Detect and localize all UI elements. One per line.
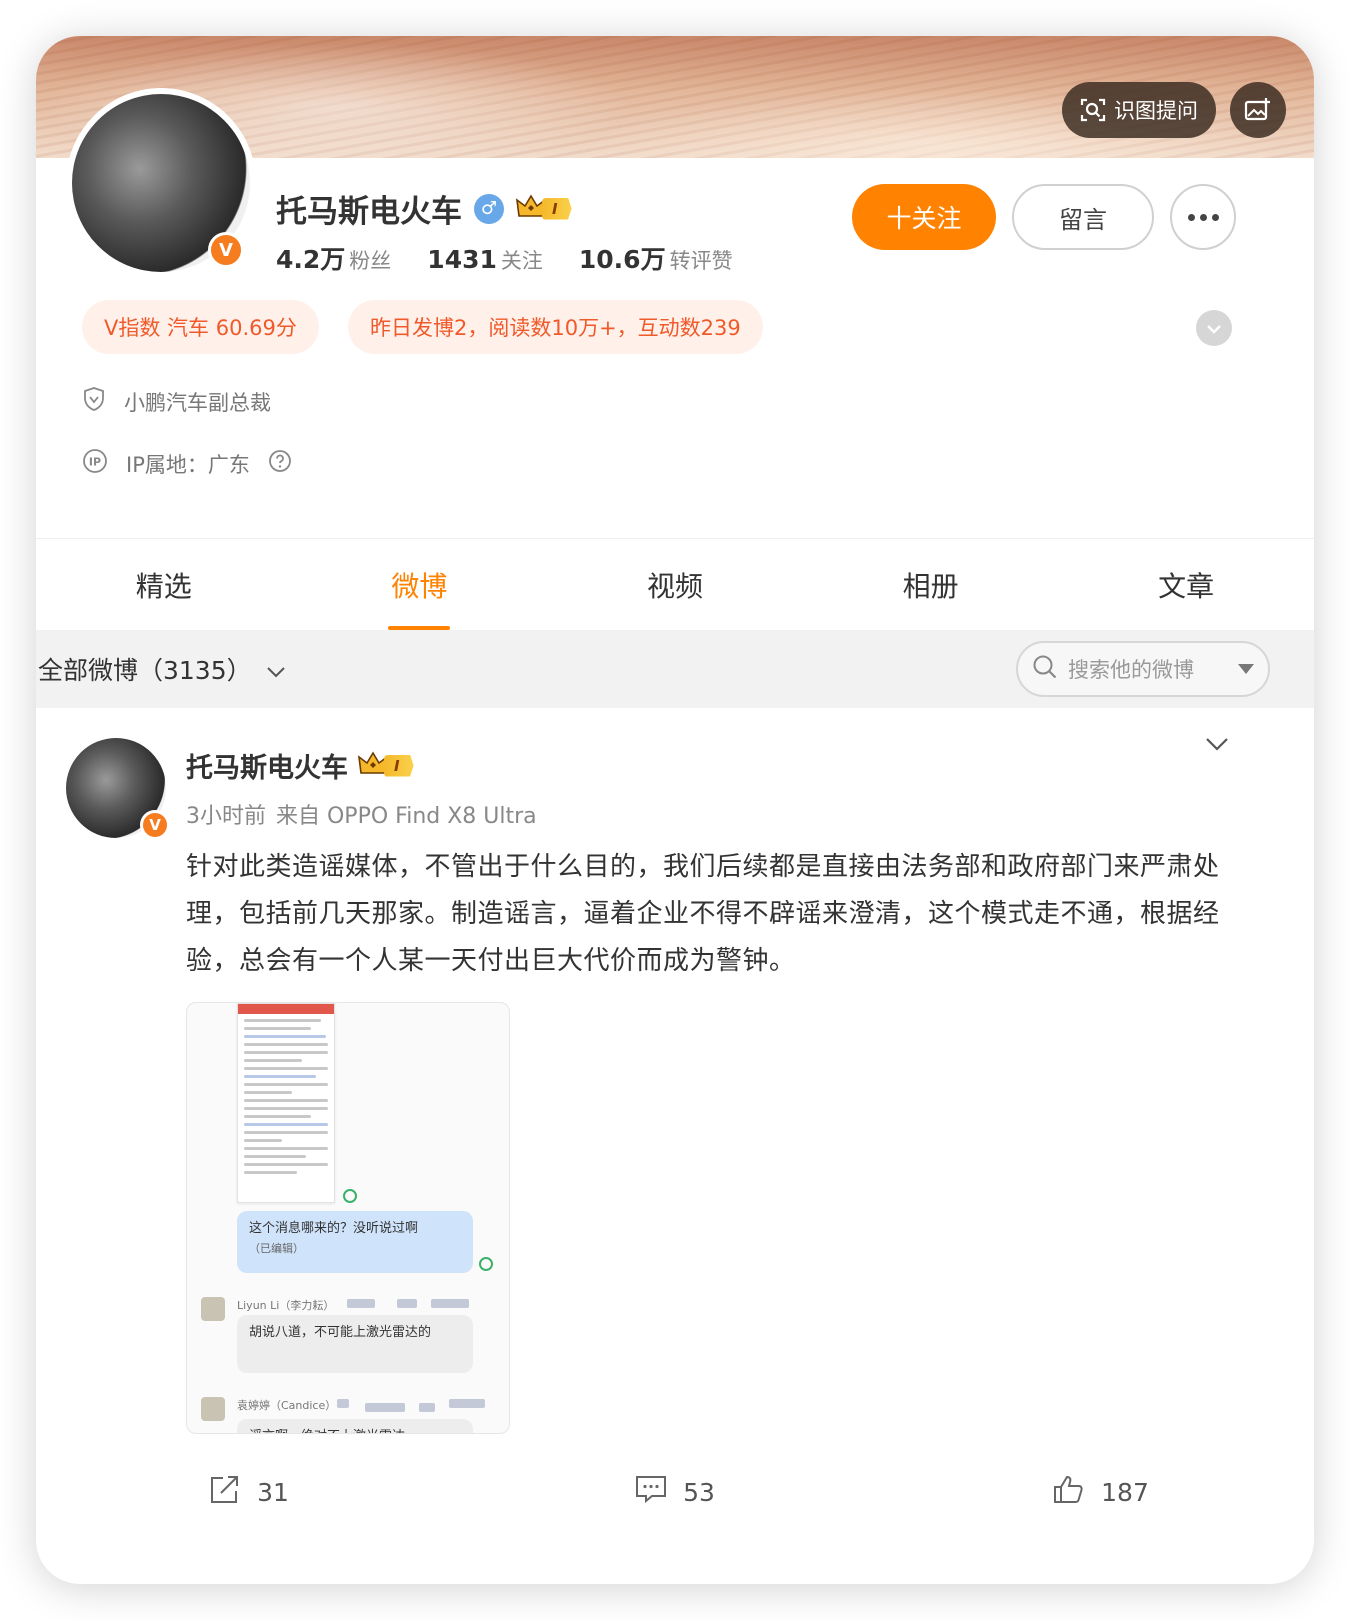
- ip-icon: IP: [82, 448, 108, 479]
- filter-label: 全部微博（3135）: [38, 656, 252, 685]
- tab-featured[interactable]: 精选: [36, 539, 292, 630]
- dot: [1199, 213, 1207, 221]
- crown-icon: [515, 193, 547, 224]
- post-source: 来自 OPPO Find X8 Ultra: [276, 804, 537, 829]
- stat-value: 10.6万: [578, 245, 666, 274]
- read-check-icon: [479, 1257, 493, 1271]
- stat-interactions[interactable]: 10.6万 转评赞: [579, 240, 733, 276]
- verified-badge: V: [140, 810, 170, 840]
- profile-tabs: 精选 微博 视频 相册 文章: [36, 538, 1314, 630]
- tab-weibo[interactable]: 微博: [292, 539, 548, 630]
- chevron-down-icon: [1204, 737, 1230, 756]
- member-level-badge[interactable]: I: [357, 750, 414, 781]
- chat-sender: 袁婷婷（Candice）: [237, 1399, 337, 1412]
- post-menu-button[interactable]: [1204, 736, 1230, 756]
- post-text: 针对此类造谣媒体，不管出于什么目的，我们后续都是直接由法务部和政府部门来严肃处理…: [186, 852, 1220, 976]
- crown-icon: [357, 750, 389, 781]
- post-summary-pill[interactable]: 昨日发博2，阅读数10万+，互动数239: [348, 300, 763, 354]
- stat-value: 1431: [427, 245, 497, 274]
- message-button[interactable]: 留言: [1012, 184, 1154, 250]
- read-check-icon: [343, 1189, 357, 1203]
- post-meta: 3小时前 来自 OPPO Find X8 Ultra: [186, 798, 537, 830]
- post-image[interactable]: 这个消息哪来的？没听说过啊 （已编辑） Liyun Li（李力耘） 胡说八道，不…: [186, 1002, 510, 1434]
- ip-info: IP IP属地：广东: [82, 448, 292, 479]
- image-edit-icon: [1244, 97, 1272, 123]
- help-icon[interactable]: [268, 449, 292, 478]
- tab-album[interactable]: 相册: [803, 539, 1059, 630]
- avatar: [201, 1297, 225, 1321]
- chat-message: 这个消息哪来的？没听说过啊: [249, 1221, 419, 1236]
- level-number: I: [542, 197, 572, 220]
- weibo-search-input[interactable]: 搜索他的微博: [1016, 641, 1270, 697]
- thumbs-up-icon: [1053, 1474, 1085, 1510]
- company-info: 小鹏汽车副总裁: [82, 386, 271, 417]
- stat-fans[interactable]: 4.2万 粉丝: [276, 240, 391, 276]
- filter-bar: 全部微博（3135） 搜索他的微博: [36, 630, 1314, 708]
- male-icon: ♂: [474, 193, 504, 224]
- weibo-filter-dropdown[interactable]: 全部微博（3135）: [36, 651, 286, 687]
- chevron-down-icon: [1206, 319, 1222, 338]
- follow-button[interactable]: 十关注: [852, 184, 996, 250]
- stat-following[interactable]: 1431 关注: [427, 245, 543, 275]
- scan-icon: [1080, 97, 1106, 123]
- chat-bubble: 胡说八道，不可能上激光雷达的: [237, 1315, 473, 1373]
- verified-badge: V: [208, 232, 244, 268]
- caret-down-icon[interactable]: [1238, 664, 1254, 674]
- stat-label: 粉丝: [349, 249, 392, 273]
- share-icon: [209, 1474, 241, 1510]
- profile-name: 托马斯电火车: [276, 194, 462, 230]
- profile-name-row: 托马斯电火车 ♂ I: [276, 186, 572, 231]
- stat-value: 4.2万: [276, 245, 346, 274]
- image-ask-label: 识图提问: [1114, 99, 1198, 123]
- profile-stats: 4.2万 粉丝 1431 关注 10.6万 转评赞: [276, 240, 733, 276]
- expand-toggle[interactable]: [1196, 310, 1232, 346]
- dot: [1187, 213, 1195, 221]
- stat-label: 关注: [500, 249, 543, 273]
- repost-count: 31: [257, 1477, 289, 1507]
- chevron-down-icon: [266, 655, 286, 684]
- post-header: 托马斯电火车 I: [186, 746, 414, 785]
- search-icon: [1032, 654, 1058, 685]
- v-index-pill[interactable]: V指数 汽车 60.69分: [82, 300, 319, 354]
- level-number: I: [384, 754, 414, 777]
- search-placeholder: 搜索他的微博: [1068, 658, 1194, 682]
- company-title: 小鹏汽车副总裁: [124, 390, 271, 415]
- like-button[interactable]: 187: [888, 1456, 1314, 1528]
- stat-label: 转评赞: [669, 249, 733, 273]
- tab-video[interactable]: 视频: [547, 539, 803, 630]
- tab-articles[interactable]: 文章: [1058, 539, 1314, 630]
- like-count: 187: [1101, 1477, 1149, 1507]
- chat-bubble: 这个消息哪来的？没听说过啊 （已编辑）: [237, 1211, 473, 1273]
- repost-button[interactable]: 31: [36, 1456, 462, 1528]
- comment-icon: [635, 1474, 667, 1510]
- ip-location: IP属地：广东: [126, 452, 250, 477]
- post-actions: 31 53 187: [36, 1456, 1314, 1528]
- avatar: [201, 1397, 225, 1421]
- member-level-badge[interactable]: I: [515, 193, 572, 224]
- post-time[interactable]: 3小时前: [186, 798, 266, 830]
- embedded-article-screenshot: [237, 1003, 335, 1203]
- chat-edited-note: （已编辑）: [249, 1242, 304, 1255]
- shield-icon: [82, 386, 106, 417]
- chat-bubble: 谣言啊，绝对不上激光雷达: [237, 1419, 473, 1433]
- image-ask-button[interactable]: 识图提问: [1062, 82, 1216, 138]
- chat-sender: Liyun Li（李力耘）: [237, 1299, 335, 1312]
- post-author-name[interactable]: 托马斯电火车: [186, 746, 348, 785]
- edit-cover-button[interactable]: [1230, 82, 1286, 138]
- comment-button[interactable]: 53: [462, 1456, 888, 1528]
- more-options-button[interactable]: [1170, 184, 1236, 250]
- dot: [1211, 213, 1219, 221]
- profile-card: 识图提问 V 托马斯电火车 ♂ I 4.2万 粉丝 1431 关注 10.6万 转评赞…: [36, 36, 1314, 1584]
- comment-count: 53: [683, 1477, 715, 1507]
- svg-text:IP: IP: [89, 456, 101, 469]
